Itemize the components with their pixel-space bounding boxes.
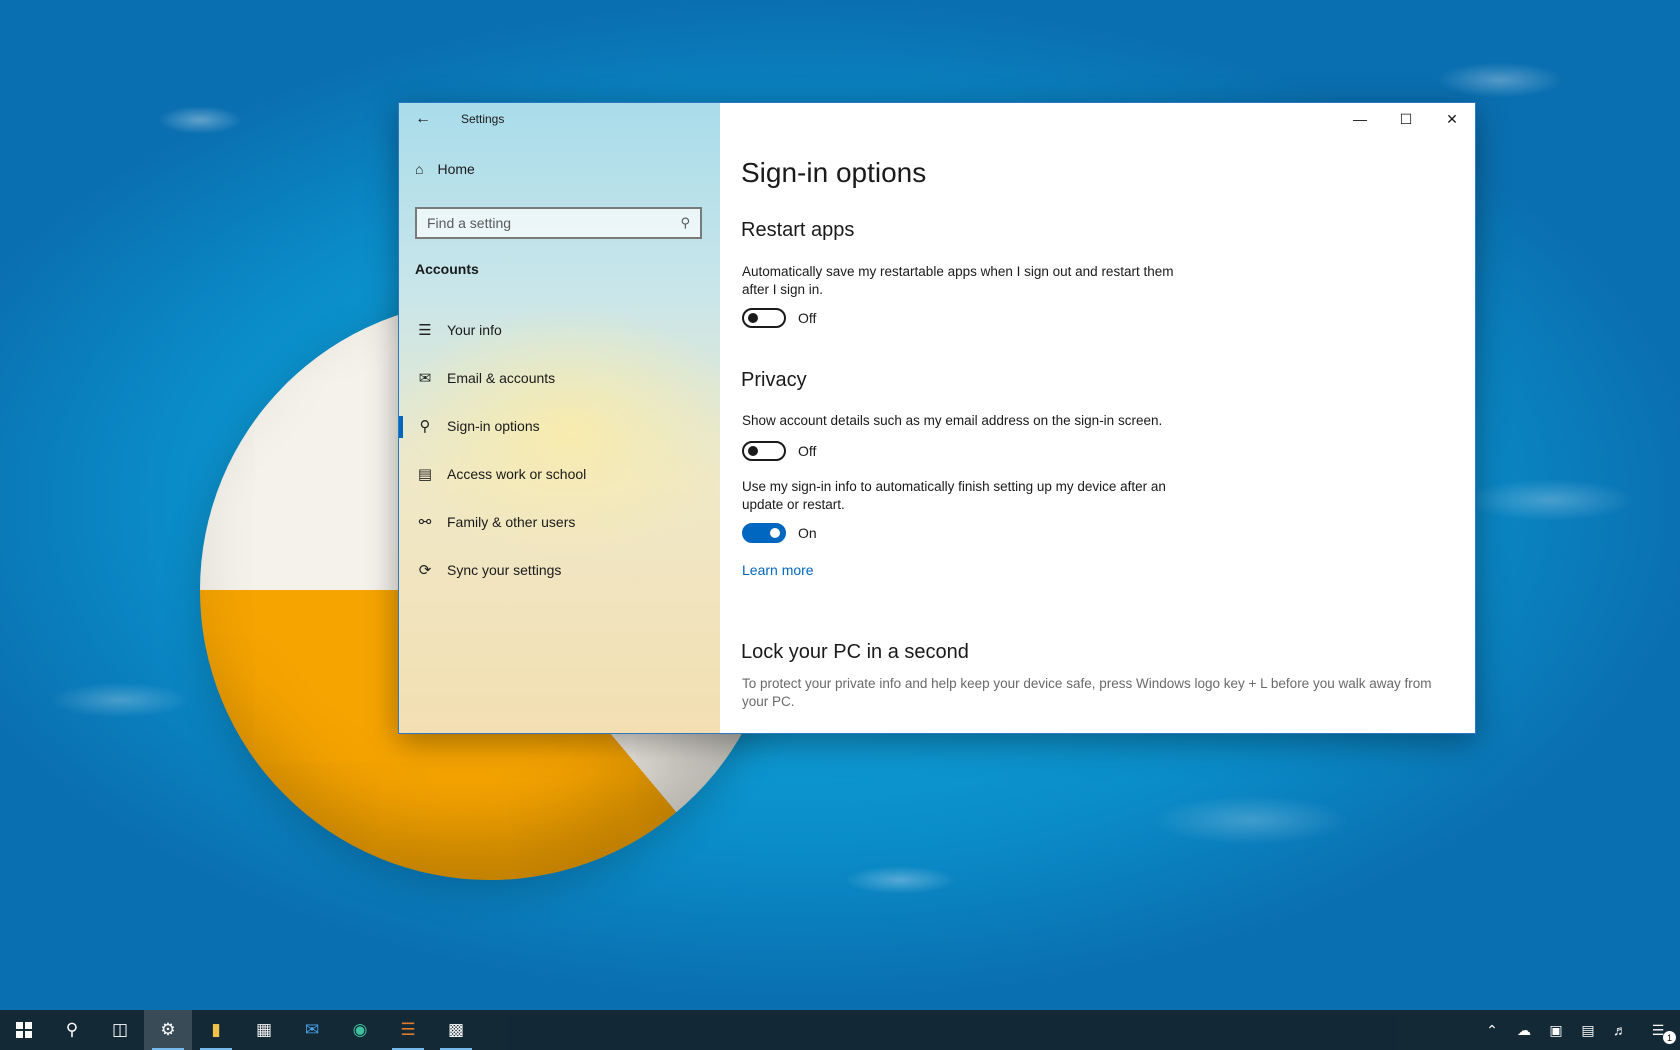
gear-icon: ⚙ xyxy=(160,1020,176,1039)
arrow-left-icon: ← xyxy=(415,110,431,127)
store-bag-icon: ▦ xyxy=(255,1020,273,1039)
taskbar-search-button[interactable]: ⚲ xyxy=(48,1010,96,1050)
sidebar-item-sync-settings[interactable]: ⟳ Sync your settings xyxy=(399,546,720,594)
task-view-icon: ◫ xyxy=(111,1020,129,1039)
home-icon: ⌂ xyxy=(415,161,424,177)
sync-icon: ⟳ xyxy=(418,562,432,579)
system-tray: ⌃ ☁ ▣ ▤ ♬ ☰ 1 xyxy=(1476,1010,1680,1050)
search-icon[interactable]: ⚲ xyxy=(680,215,690,231)
restart-apps-toggle-row: Off xyxy=(742,308,816,328)
security-tray-button[interactable]: ▣ xyxy=(1540,1010,1572,1050)
restart-apps-toggle[interactable] xyxy=(742,308,786,328)
task-view-button[interactable]: ◫ xyxy=(96,1010,144,1050)
privacy-setting1-description: Show account details such as my email ad… xyxy=(742,413,1163,428)
close-button[interactable]: ✕ xyxy=(1429,103,1475,135)
privacy-heading: Privacy xyxy=(741,369,807,391)
sidebar-item-label: Sync your settings xyxy=(447,562,562,578)
archive-app-icon: ☰ xyxy=(400,1020,416,1039)
edge-browser-icon: ◉ xyxy=(352,1020,368,1039)
nav-home-label: Home xyxy=(437,161,475,177)
navigation-pane: ← Settings ⌂ Home ⚲ Accounts ☰ Your info… xyxy=(399,103,720,733)
content-pane: — ☐ ✕ Sign-in options Restart apps Autom… xyxy=(720,103,1475,733)
windows-logo-icon xyxy=(16,1022,32,1038)
sidebar-item-your-info[interactable]: ☰ Your info xyxy=(399,306,720,354)
page-title: Sign-in options xyxy=(741,157,927,188)
use-sign-in-info-state: On xyxy=(798,525,817,541)
search-input[interactable] xyxy=(427,215,681,231)
sidebar-item-label: Sign-in options xyxy=(447,418,540,434)
restart-apps-description: Automatically save my restartable apps w… xyxy=(742,264,1174,297)
cloud-icon: ☁ xyxy=(1517,1021,1531,1038)
taskbar-winrar[interactable]: ☰ xyxy=(384,1010,432,1050)
notification-count-badge: 1 xyxy=(1663,1031,1676,1044)
action-center-button[interactable]: ☰ 1 xyxy=(1636,1010,1680,1050)
use-sign-in-info-toggle[interactable] xyxy=(742,523,786,543)
privacy-setting1-toggle-row: Off xyxy=(742,441,816,461)
sidebar-item-family-other-users[interactable]: ⚯ Family & other users xyxy=(399,498,720,546)
sidebar-item-email-accounts[interactable]: ✉ Email & accounts xyxy=(399,354,720,402)
title-bar[interactable]: ← Settings xyxy=(399,103,720,135)
add-person-icon: ⚯ xyxy=(418,514,432,531)
chevron-up-icon: ⌃ xyxy=(1486,1021,1498,1038)
sidebar-item-label: Access work or school xyxy=(447,466,587,482)
terminal-icon: ▩ xyxy=(447,1020,465,1039)
show-hidden-icons-button[interactable]: ⌃ xyxy=(1476,1010,1508,1050)
privacy-setting2-toggle-row: On xyxy=(742,523,817,543)
show-account-details-toggle[interactable] xyxy=(742,441,786,461)
maximize-button[interactable]: ☐ xyxy=(1383,103,1429,135)
app-title: Settings xyxy=(461,112,505,126)
onedrive-tray-button[interactable]: ☁ xyxy=(1508,1010,1540,1050)
caption-buttons: — ☐ ✕ xyxy=(1337,103,1475,135)
mail-icon: ✉ xyxy=(418,370,432,387)
restart-apps-heading: Restart apps xyxy=(741,219,855,241)
privacy-setting2-description: Use my sign-in info to automatically fin… xyxy=(742,479,1166,512)
close-icon: ✕ xyxy=(1446,110,1458,127)
taskbar-store[interactable]: ▦ xyxy=(240,1010,288,1050)
taskbar-mail[interactable]: ✉ xyxy=(288,1010,336,1050)
folder-icon: ▮ xyxy=(211,1020,221,1039)
back-button[interactable]: ← xyxy=(399,103,447,135)
sidebar-item-sign-in-options[interactable]: ⚲ Sign-in options xyxy=(399,402,720,450)
briefcase-icon: ▤ xyxy=(417,466,433,483)
taskbar-terminal[interactable]: ▩ xyxy=(432,1010,480,1050)
nav-home[interactable]: ⌂ Home xyxy=(415,161,475,177)
taskbar-settings-app[interactable]: ⚙ xyxy=(144,1010,192,1050)
sidebar-item-label: Your info xyxy=(447,322,502,338)
sidebar-item-access-work-school[interactable]: ▤ Access work or school xyxy=(399,450,720,498)
minimize-button[interactable]: — xyxy=(1337,103,1383,135)
sidebar-item-label: Email & accounts xyxy=(447,370,556,386)
taskbar-file-explorer[interactable]: ▮ xyxy=(192,1010,240,1050)
search-box[interactable]: ⚲ xyxy=(415,207,702,239)
show-account-details-state: Off xyxy=(798,443,817,459)
person-card-icon: ☰ xyxy=(418,322,432,339)
minimize-icon: — xyxy=(1353,111,1367,127)
sidebar-item-label: Family & other users xyxy=(447,514,576,530)
nav-section-heading: Accounts xyxy=(415,261,479,277)
lock-pc-description: To protect your private info and help ke… xyxy=(742,676,1432,709)
nav-list: ☰ Your info ✉ Email & accounts ⚲ Sign-in… xyxy=(399,306,720,594)
lock-pc-heading: Lock your PC in a second xyxy=(741,641,969,663)
learn-more-link[interactable]: Learn more xyxy=(742,562,814,578)
search-icon: ⚲ xyxy=(65,1020,79,1039)
start-button[interactable] xyxy=(0,1010,48,1050)
volume-tray-button[interactable]: ♬ xyxy=(1604,1010,1636,1050)
taskbar-edge[interactable]: ◉ xyxy=(336,1010,384,1050)
taskbar: ⚲ ◫ ⚙ ▮ ▦ ✉ ◉ ☰ ▩ ⌃ ☁ ▣ ▤ ♬ ☰ 1 xyxy=(0,1010,1680,1050)
settings-window: ← Settings ⌂ Home ⚲ Accounts ☰ Your info… xyxy=(398,102,1476,734)
maximize-icon: ☐ xyxy=(1399,110,1413,127)
restart-apps-toggle-state: Off xyxy=(798,310,817,326)
network-tray-button[interactable]: ▤ xyxy=(1572,1010,1604,1050)
network-icon: ▤ xyxy=(1581,1021,1595,1038)
mail-icon: ✉ xyxy=(304,1020,320,1039)
shield-icon: ▣ xyxy=(1549,1021,1563,1038)
key-icon: ⚲ xyxy=(419,418,431,435)
speaker-icon: ♬ xyxy=(1613,1022,1627,1038)
